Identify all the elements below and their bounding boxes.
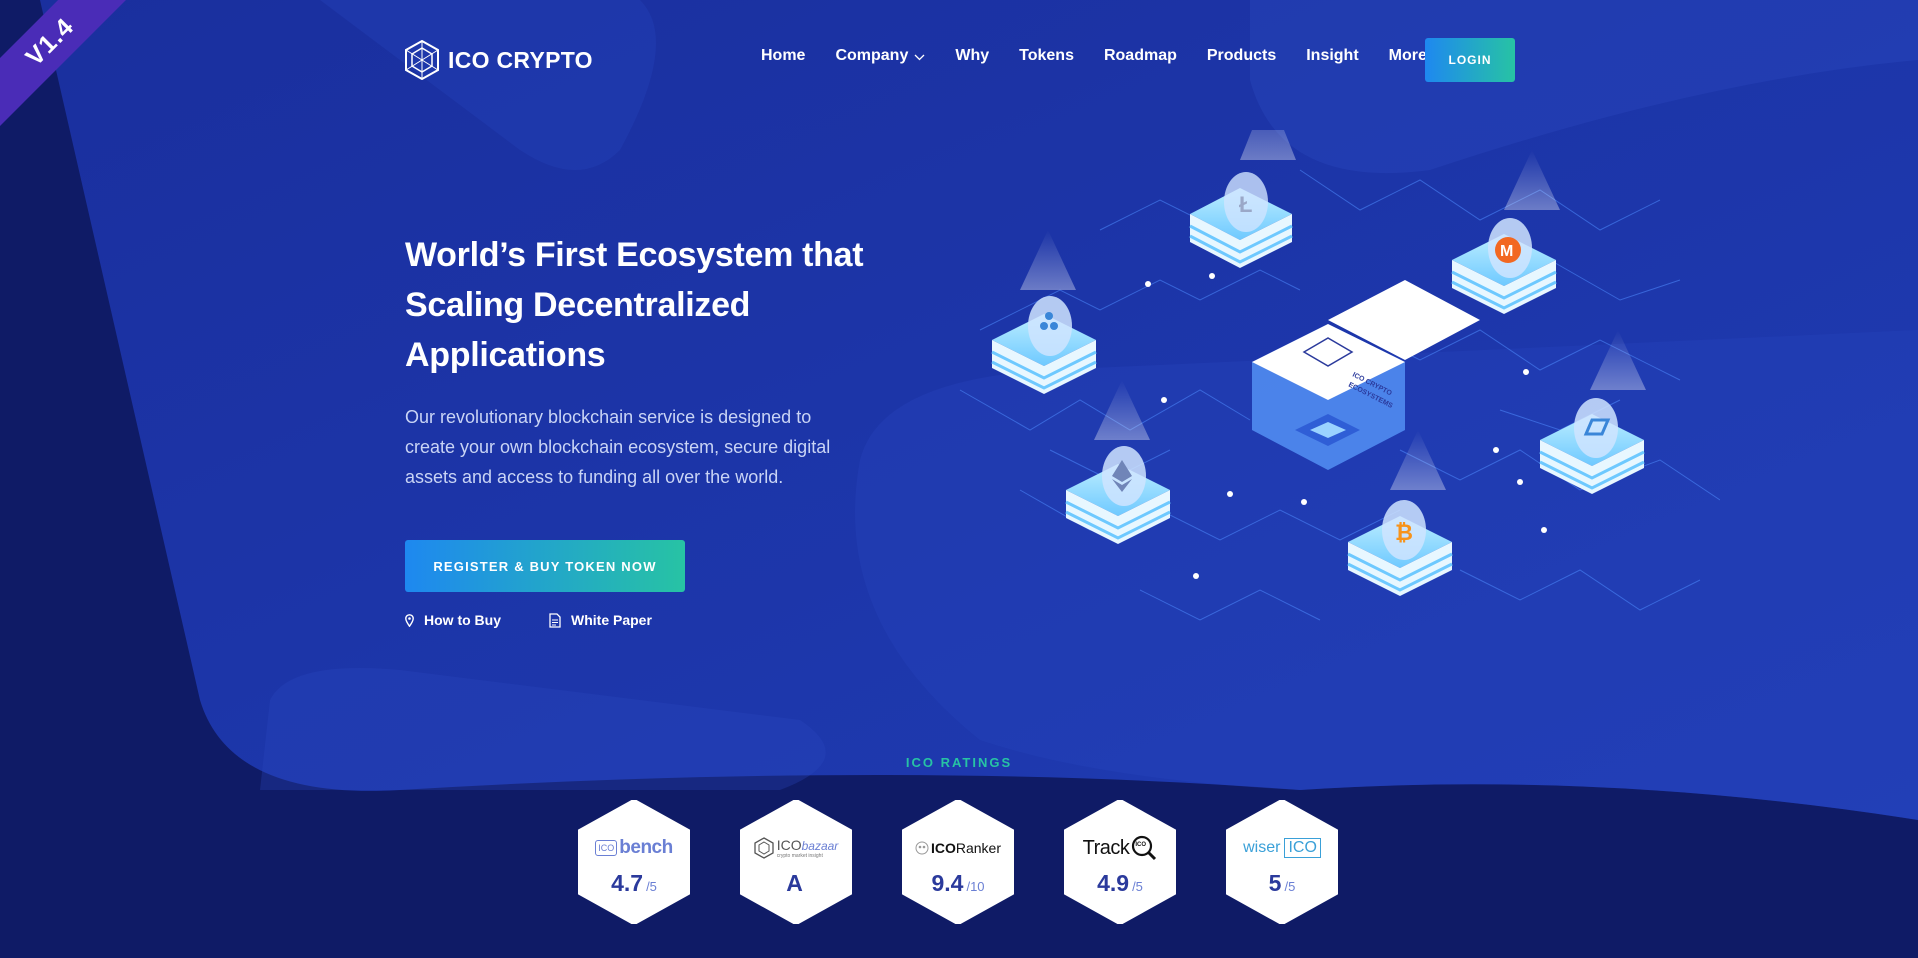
coin-stack-bitcoin: ₿ [1347,430,1453,596]
rating-trackico[interactable]: Track ICO 4.9/5 [1064,800,1176,924]
nav-more-label: More [1388,47,1427,64]
nav-roadmap[interactable]: Roadmap [1104,47,1177,65]
score-value: 9.4 [931,870,964,896]
hexagon-badge [740,800,852,924]
svg-text:M: M [1500,243,1513,260]
trackico-logo-word: Track [1082,836,1130,859]
magnifier-glass [1132,835,1157,861]
site-header: ICO CRYPTO Home Company Why Tokens Roadm… [0,0,1918,120]
how-to-buy-label: How to Buy [424,612,501,628]
icobench-logo: ICO bench [578,834,690,862]
rating-icoranker[interactable]: ICO Ranker 9.4/10 [902,800,1014,924]
nav-home-label: Home [761,47,806,64]
hexagon-badge [1064,800,1176,924]
icoranker-logo: ICO Ranker [902,834,1014,862]
nav-home[interactable]: Home [761,47,805,65]
wiserico-logo: wiser ICO [1226,834,1338,862]
hero-title-line1: World’s First Ecosystem that [405,236,864,274]
rating-score: 4.9/5 [1064,870,1176,897]
main-nav: Home Company Why Tokens Roadmap Products… [761,47,1474,65]
trackico-logo: Track ICO [1064,834,1176,862]
nav-company[interactable]: Company [835,47,925,65]
icobazaar-wordmark-main: ICObazaar [777,838,839,854]
rating-score: A [740,870,852,897]
icobench-logo-word: bench [619,837,673,858]
nav-why-label: Why [955,47,990,64]
icobazaar-logo-prefix: ICO [776,836,802,853]
hero-links: How to Buy White Paper [405,612,925,628]
icobazaar-logo: ICObazaar crypto market insight [740,834,852,862]
icobazaar-mark-icon [754,837,774,859]
document-icon [549,612,561,628]
coin-stack-litecoin: Ł [1189,130,1296,268]
logo-icon [405,40,439,80]
icobazaar-tagline: crypto market insight [776,852,823,859]
rating-score: 5/5 [1226,870,1338,897]
nav-why[interactable]: Why [955,47,989,65]
coin-stack-monero: M [1451,150,1560,314]
icoranker-logo-prefix: ICO [930,840,956,856]
register-buy-token-button[interactable]: REGISTER & BUY TOKEN NOW [405,540,685,592]
icoranker-logo-word: Ranker [955,840,1002,856]
nav-company-label: Company [835,47,909,64]
nav-tokens[interactable]: Tokens [1019,47,1074,65]
score-scale: /5 [1284,879,1296,894]
nav-insight-label: Insight [1306,47,1359,64]
hexagon-badge [902,800,1014,924]
white-paper-link[interactable]: White Paper [549,612,652,628]
trackico-logo-badge: ICO [1135,842,1147,848]
map-pin-icon [405,613,414,627]
hexagon-badge [578,800,690,924]
how-to-buy-link[interactable]: How to Buy [405,612,501,628]
score-scale: /5 [646,879,657,894]
wiserico-logo-word: wiser [1243,839,1281,856]
nav-products[interactable]: Products [1207,47,1276,65]
ico-ratings-label: ICO RATINGS [905,755,1013,770]
wiserico-logo-badge: ICO [1284,838,1321,858]
rating-icobazaar[interactable]: ICObazaar crypto market insight A [740,800,852,924]
hero-title: World’s First Ecosystem that Scaling Dec… [405,230,925,380]
chevron-down-icon [914,54,925,61]
hexagon-badge [1226,800,1338,924]
hero-section: World’s First Ecosystem that Scaling Dec… [405,230,925,628]
nav-insight[interactable]: Insight [1306,47,1358,65]
icobazaar-wordmark: ICObazaar crypto market insight [777,838,839,859]
score-value: A [786,870,803,896]
ecosystem-platform: ICO CRYPTO ECOSYSTEMS [1252,280,1480,470]
rating-score: 9.4/10 [902,870,1014,897]
svg-text:Ł: Ł [1239,192,1252,217]
login-button[interactable]: LOGIN [1425,38,1515,82]
white-paper-label: White Paper [571,612,652,628]
coin-stack-ethereum [1065,380,1171,544]
brand-name: ICO CRYPTO [448,46,593,73]
score-value: 4.9 [1097,870,1130,896]
rating-wiserico[interactable]: wiser ICO 5/5 [1226,800,1338,924]
brand-logo[interactable]: ICO CRYPTO [404,40,593,80]
rating-score: 4.7/5 [578,870,690,897]
owl-icon [915,841,929,855]
rating-icobench[interactable]: ICO bench 4.7/5 [578,800,690,924]
nav-tokens-label: Tokens [1019,47,1074,64]
nav-products-label: Products [1206,47,1277,64]
score-value: 4.7 [611,870,644,896]
svg-text:₿: ₿ [1395,520,1413,545]
icobench-logo-prefix: ICO [595,840,618,856]
hero-description: Our revolutionary blockchain service is … [405,407,831,487]
ecosystem-illustration: ICO CRYPTO ECOSYSTEMS Ł M ₿ [959,130,1720,621]
icobazaar-logo-word: bazaar [801,838,839,853]
ratings-row: ICO bench 4.7/5 ICObazaar crypto market … [578,800,1388,924]
score-value: 5 [1268,870,1282,896]
score-scale: /10 [966,879,985,894]
nav-roadmap-label: Roadmap [1103,47,1177,64]
score-scale: /5 [1132,879,1143,894]
magnifier-icon: ICO [1131,835,1157,861]
hero-title-line2: Scaling Decentralized Applications [405,286,751,374]
coin-stack-ripple [991,230,1097,394]
